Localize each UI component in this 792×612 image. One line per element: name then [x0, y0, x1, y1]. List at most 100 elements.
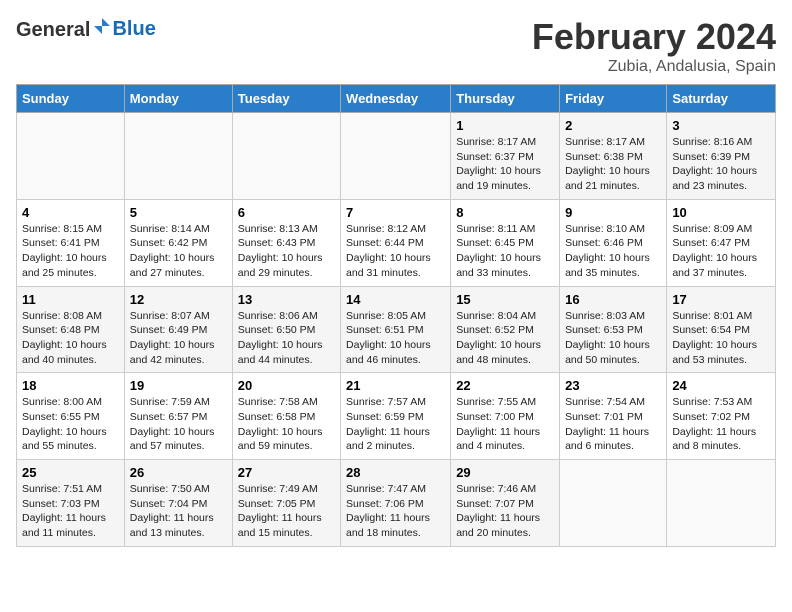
day-number: 11 — [22, 292, 119, 307]
col-header-thursday: Thursday — [451, 85, 560, 113]
day-info: Sunrise: 7:57 AM Sunset: 6:59 PM Dayligh… — [346, 395, 445, 454]
day-info: Sunrise: 7:50 AM Sunset: 7:04 PM Dayligh… — [130, 482, 227, 541]
day-info: Sunrise: 8:03 AM Sunset: 6:53 PM Dayligh… — [565, 309, 661, 368]
day-info: Sunrise: 8:15 AM Sunset: 6:41 PM Dayligh… — [22, 222, 119, 281]
day-cell: 1 Sunrise: 8:17 AM Sunset: 6:37 PM Daylig… — [451, 113, 560, 200]
day-info: Sunrise: 8:05 AM Sunset: 6:51 PM Dayligh… — [346, 309, 445, 368]
day-cell — [232, 113, 340, 200]
week-row-3: 11 Sunrise: 8:08 AM Sunset: 6:48 PM Dayli… — [17, 286, 776, 373]
day-number: 14 — [346, 292, 445, 307]
col-header-saturday: Saturday — [667, 85, 776, 113]
day-info: Sunrise: 8:06 AM Sunset: 6:50 PM Dayligh… — [238, 309, 335, 368]
day-cell: 26 Sunrise: 7:50 AM Sunset: 7:04 PM Dayli… — [124, 460, 232, 547]
day-info: Sunrise: 7:47 AM Sunset: 7:06 PM Dayligh… — [346, 482, 445, 541]
day-number: 19 — [130, 378, 227, 393]
day-cell: 11 Sunrise: 8:08 AM Sunset: 6:48 PM Dayli… — [17, 286, 125, 373]
day-cell: 29Sunrise: 7:46 AM Sunset: 7:07 PM Dayli… — [451, 460, 560, 547]
day-info: Sunrise: 7:54 AM Sunset: 7:01 PM Dayligh… — [565, 395, 661, 454]
day-info: Sunrise: 8:14 AM Sunset: 6:42 PM Dayligh… — [130, 222, 227, 281]
day-number: 12 — [130, 292, 227, 307]
day-info: Sunrise: 8:07 AM Sunset: 6:49 PM Dayligh… — [130, 309, 227, 368]
day-number: 3 — [672, 118, 770, 133]
day-cell: 18 Sunrise: 8:00 AM Sunset: 6:55 PM Dayli… — [17, 373, 125, 460]
week-row-5: 25 Sunrise: 7:51 AM Sunset: 7:03 PM Dayli… — [17, 460, 776, 547]
day-number: 18 — [22, 378, 119, 393]
day-number: 25 — [22, 465, 119, 480]
day-info: Sunrise: 8:17 AM Sunset: 6:38 PM Dayligh… — [565, 135, 661, 194]
week-row-1: 1 Sunrise: 8:17 AM Sunset: 6:37 PM Daylig… — [17, 113, 776, 200]
logo-icon — [92, 16, 112, 36]
day-number: 29 — [456, 465, 554, 480]
day-cell: 7 Sunrise: 8:12 AM Sunset: 6:44 PM Daylig… — [341, 199, 451, 286]
day-cell: 13 Sunrise: 8:06 AM Sunset: 6:50 PM Dayli… — [232, 286, 340, 373]
day-cell: 15 Sunrise: 8:04 AM Sunset: 6:52 PM Dayli… — [451, 286, 560, 373]
day-cell: 25 Sunrise: 7:51 AM Sunset: 7:03 PM Dayli… — [17, 460, 125, 547]
day-info: Sunrise: 7:53 AM Sunset: 7:02 PM Dayligh… — [672, 395, 770, 454]
location-title: Zubia, Andalusia, Spain — [532, 58, 776, 76]
day-info: Sunrise: 8:13 AM Sunset: 6:43 PM Dayligh… — [238, 222, 335, 281]
day-cell: 23 Sunrise: 7:54 AM Sunset: 7:01 PM Dayli… — [560, 373, 667, 460]
col-header-tuesday: Tuesday — [232, 85, 340, 113]
day-info: Sunrise: 7:51 AM Sunset: 7:03 PM Dayligh… — [22, 482, 119, 541]
month-title: February 2024 — [532, 16, 776, 58]
day-cell — [17, 113, 125, 200]
col-header-sunday: Sunday — [17, 85, 125, 113]
day-number: 2 — [565, 118, 661, 133]
day-info: Sunrise: 7:49 AM Sunset: 7:05 PM Dayligh… — [238, 482, 335, 541]
day-number: 7 — [346, 205, 445, 220]
day-info: Sunrise: 8:04 AM Sunset: 6:52 PM Dayligh… — [456, 309, 554, 368]
day-info: Sunrise: 8:11 AM Sunset: 6:45 PM Dayligh… — [456, 222, 554, 281]
col-header-monday: Monday — [124, 85, 232, 113]
day-info: Sunrise: 7:58 AM Sunset: 6:58 PM Dayligh… — [238, 395, 335, 454]
day-number: 9 — [565, 205, 661, 220]
day-cell: 28Sunrise: 7:47 AM Sunset: 7:06 PM Dayli… — [341, 460, 451, 547]
day-cell: 24 Sunrise: 7:53 AM Sunset: 7:02 PM Dayli… — [667, 373, 776, 460]
day-cell: 19 Sunrise: 7:59 AM Sunset: 6:57 PM Dayli… — [124, 373, 232, 460]
day-number: 21 — [346, 378, 445, 393]
day-cell: 2 Sunrise: 8:17 AM Sunset: 6:38 PM Daylig… — [560, 113, 667, 200]
day-cell — [124, 113, 232, 200]
day-cell: 21 Sunrise: 7:57 AM Sunset: 6:59 PM Dayli… — [341, 373, 451, 460]
day-number: 6 — [238, 205, 335, 220]
day-number: 10 — [672, 205, 770, 220]
day-number: 23 — [565, 378, 661, 393]
day-cell — [560, 460, 667, 547]
week-row-2: 4 Sunrise: 8:15 AM Sunset: 6:41 PM Daylig… — [17, 199, 776, 286]
day-number: 22 — [456, 378, 554, 393]
day-number: 26 — [130, 465, 227, 480]
day-number: 20 — [238, 378, 335, 393]
day-number: 4 — [22, 205, 119, 220]
day-info: Sunrise: 8:12 AM Sunset: 6:44 PM Dayligh… — [346, 222, 445, 281]
day-cell: 10 Sunrise: 8:09 AM Sunset: 6:47 PM Dayli… — [667, 199, 776, 286]
day-info: Sunrise: 8:08 AM Sunset: 6:48 PM Dayligh… — [22, 309, 119, 368]
day-number: 24 — [672, 378, 770, 393]
day-number: 17 — [672, 292, 770, 307]
day-cell: 20 Sunrise: 7:58 AM Sunset: 6:58 PM Dayli… — [232, 373, 340, 460]
col-header-friday: Friday — [560, 85, 667, 113]
day-cell: 8 Sunrise: 8:11 AM Sunset: 6:45 PM Daylig… — [451, 199, 560, 286]
day-info: Sunrise: 8:00 AM Sunset: 6:55 PM Dayligh… — [22, 395, 119, 454]
day-cell — [341, 113, 451, 200]
day-info: Sunrise: 8:16 AM Sunset: 6:39 PM Dayligh… — [672, 135, 770, 194]
day-number: 15 — [456, 292, 554, 307]
day-cell: 14 Sunrise: 8:05 AM Sunset: 6:51 PM Dayli… — [341, 286, 451, 373]
day-info: Sunrise: 8:10 AM Sunset: 6:46 PM Dayligh… — [565, 222, 661, 281]
logo: General Blue — [16, 16, 156, 42]
day-info: Sunrise: 8:01 AM Sunset: 6:54 PM Dayligh… — [672, 309, 770, 368]
day-number: 8 — [456, 205, 554, 220]
day-info: Sunrise: 8:17 AM Sunset: 6:37 PM Dayligh… — [456, 135, 554, 194]
calendar-table: SundayMondayTuesdayWednesdayThursdayFrid… — [16, 84, 776, 547]
day-cell: 16 Sunrise: 8:03 AM Sunset: 6:53 PM Dayli… — [560, 286, 667, 373]
week-row-4: 18 Sunrise: 8:00 AM Sunset: 6:55 PM Dayli… — [17, 373, 776, 460]
day-cell: 5 Sunrise: 8:14 AM Sunset: 6:42 PM Daylig… — [124, 199, 232, 286]
day-info: Sunrise: 7:59 AM Sunset: 6:57 PM Dayligh… — [130, 395, 227, 454]
day-number: 5 — [130, 205, 227, 220]
day-info: Sunrise: 8:09 AM Sunset: 6:47 PM Dayligh… — [672, 222, 770, 281]
day-number: 13 — [238, 292, 335, 307]
page-header: General Blue February 2024 Zubia, Andalu… — [16, 16, 776, 76]
logo-general: General — [16, 19, 90, 41]
day-number: 1 — [456, 118, 554, 133]
day-cell — [667, 460, 776, 547]
day-cell: 6 Sunrise: 8:13 AM Sunset: 6:43 PM Daylig… — [232, 199, 340, 286]
day-number: 16 — [565, 292, 661, 307]
